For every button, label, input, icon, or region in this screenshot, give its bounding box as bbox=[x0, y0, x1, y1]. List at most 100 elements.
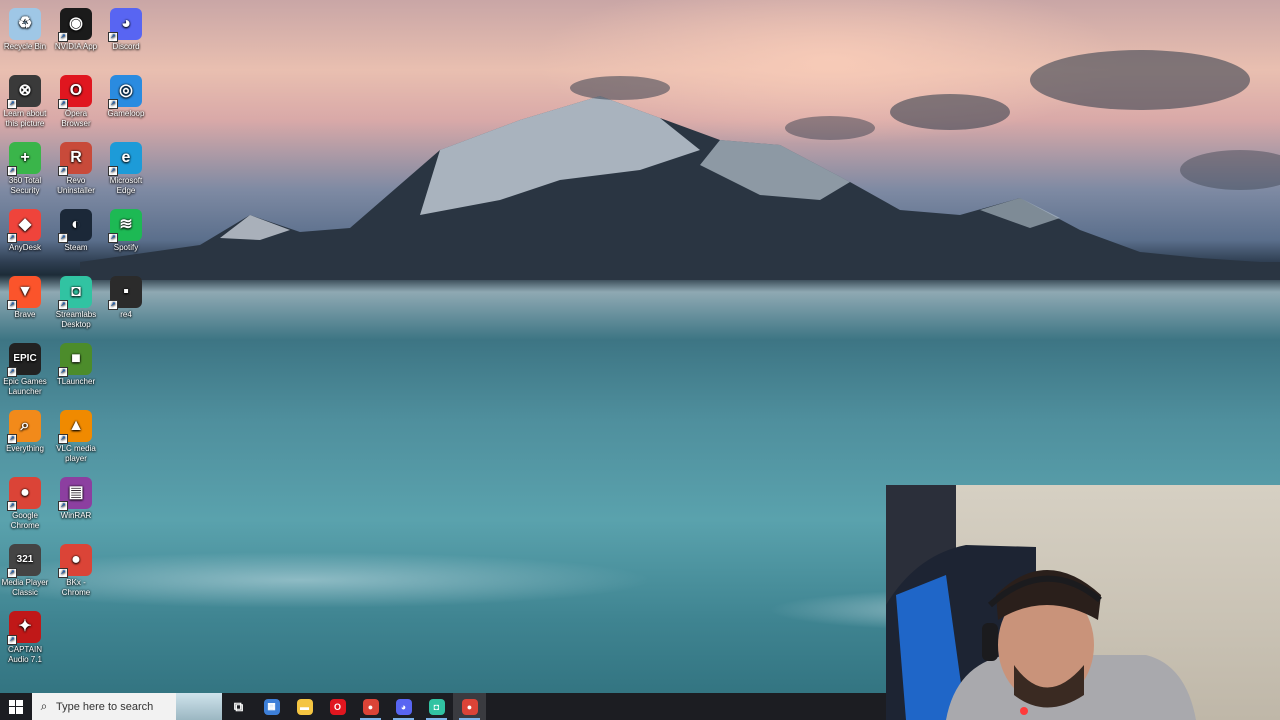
desktop-icon-gameloop[interactable]: ◎ ↗ Gameloop bbox=[101, 71, 151, 119]
taskbar-file-explorer-button[interactable]: ▬ bbox=[288, 693, 321, 720]
desktop-icon-label: Google Chrome bbox=[10, 511, 40, 530]
steam-icon: ◐ ↗ bbox=[58, 209, 92, 243]
desktop-icon-label: AnyDesk bbox=[8, 243, 41, 252]
discord-icon: ◕ ↗ bbox=[108, 8, 142, 42]
desktop-icon-label: TLauncher bbox=[56, 377, 96, 386]
opera-icon: O bbox=[329, 698, 346, 715]
desktop-icon-label: Revo Uninstaller bbox=[57, 176, 95, 195]
everything-icon: ⌕ ↗ bbox=[7, 410, 41, 444]
desktop-icon-spotify[interactable]: ≋ ↗ Spotify bbox=[101, 205, 151, 253]
shortcut-arrow-icon: ↗ bbox=[7, 233, 17, 243]
shortcut-arrow-icon: ↗ bbox=[58, 233, 68, 243]
taskbar-chrome-profile-button[interactable]: ● bbox=[453, 693, 486, 720]
taskbar-search-box[interactable]: ⌕ Type here to search bbox=[32, 693, 222, 720]
brave-icon: ▼ ↗ bbox=[7, 276, 41, 310]
desktop-icon-tlauncher[interactable]: ■ ↗ TLauncher bbox=[51, 339, 101, 387]
desktop-icon-anydesk[interactable]: ◆ ↗ AnyDesk bbox=[0, 205, 50, 253]
desktop-icon-discord[interactable]: ◕ ↗ Discord bbox=[101, 4, 151, 52]
shortcut-arrow-icon: ↗ bbox=[7, 568, 17, 578]
desktop-icon-chrome[interactable]: ● ↗ Google Chrome bbox=[0, 473, 50, 531]
desktop-icon-nvidia[interactable]: ◉ ↗ NVIDIA App bbox=[51, 4, 101, 52]
chrome-icon: ● bbox=[461, 698, 478, 715]
desktop-icon-steam[interactable]: ◐ ↗ Steam bbox=[51, 205, 101, 253]
taskbar: ⌕ Type here to search ⧉ ▦ ▬ O ● ◕ ◘ ● bbox=[0, 693, 886, 720]
desktop-icon-brave[interactable]: ▼ ↗ Brave bbox=[0, 272, 50, 320]
taskbar-apps: ⧉ ▦ ▬ O ● ◕ ◘ ● bbox=[222, 693, 486, 720]
desktop-icon-label: CAPTAIN Audio 7.1 bbox=[7, 645, 43, 664]
desktop-icon-recycle-bin[interactable]: ♻ Recycle Bin bbox=[0, 4, 50, 52]
shortcut-arrow-icon: ↗ bbox=[58, 99, 68, 109]
desktop-icon-learn-picture[interactable]: ⊗ ↗ Learn about this picture bbox=[0, 71, 50, 129]
shortcut-arrow-icon: ↗ bbox=[7, 367, 17, 377]
streamlabs-icon: ◘ bbox=[428, 698, 445, 715]
start-button[interactable] bbox=[0, 693, 32, 720]
360-security-icon: + ↗ bbox=[7, 142, 41, 176]
desktop-icon-label: Spotify bbox=[113, 243, 139, 252]
desktop-icon-revo-uninstaller[interactable]: R ↗ Revo Uninstaller bbox=[51, 138, 101, 196]
edge-icon: e ↗ bbox=[108, 142, 142, 176]
desktop-icon-re4[interactable]: ▪ ↗ re4 bbox=[101, 272, 151, 320]
desktop-icon-label: Microsoft Edge bbox=[109, 176, 143, 195]
desktop-icon-label: Epic Games Launcher bbox=[3, 377, 47, 396]
desktop-icon-label: NVIDIA App bbox=[54, 42, 98, 51]
learn-picture-icon: ⊗ ↗ bbox=[7, 75, 41, 109]
chrome-profile-icon: ● ↗ bbox=[58, 544, 92, 578]
desktop-icon-label: Media Player Classic bbox=[1, 578, 49, 597]
vlc-icon: ▲ ↗ bbox=[58, 410, 92, 444]
desktop-icon-label: Learn about this picture bbox=[3, 109, 47, 128]
desktop-icon-vlc[interactable]: ▲ ↗ VLC media player bbox=[51, 406, 101, 464]
desktop-icon-streamlabs[interactable]: ◘ ↗ Streamlabs Desktop bbox=[51, 272, 101, 330]
desktop-icon-label: BKx - Chrome bbox=[61, 578, 91, 597]
shortcut-arrow-icon: ↗ bbox=[7, 635, 17, 645]
desktop-icon-epic-games[interactable]: EPIC ↗ Epic Games Launcher bbox=[0, 339, 50, 397]
winrar-icon: ▤ ↗ bbox=[58, 477, 92, 511]
desktop-icon-360-security[interactable]: + ↗ 360 Total Security bbox=[0, 138, 50, 196]
shortcut-arrow-icon: ↗ bbox=[58, 32, 68, 42]
taskbar-task-view-button[interactable]: ⧉ bbox=[222, 693, 255, 720]
store-icon: ▦ bbox=[263, 698, 280, 715]
desktop-icon-label: 360 Total Security bbox=[8, 176, 42, 195]
search-placeholder: Type here to search bbox=[56, 700, 154, 713]
desktop-icon-label: Discord bbox=[112, 42, 140, 51]
taskbar-streamlabs-button[interactable]: ◘ bbox=[420, 693, 453, 720]
shortcut-arrow-icon: ↗ bbox=[58, 434, 68, 444]
shortcut-arrow-icon: ↗ bbox=[58, 166, 68, 176]
spotify-icon: ≋ ↗ bbox=[108, 209, 142, 243]
desktop-icon-captain-audio[interactable]: ✦ ↗ CAPTAIN Audio 7.1 bbox=[0, 607, 50, 665]
desktop-icon-label: Streamlabs Desktop bbox=[55, 310, 97, 329]
discord-icon: ◕ bbox=[395, 698, 412, 715]
captain-audio-icon: ✦ ↗ bbox=[7, 611, 41, 645]
taskbar-opera-button[interactable]: O bbox=[321, 693, 354, 720]
shortcut-arrow-icon: ↗ bbox=[7, 434, 17, 444]
taskbar-microsoft-store-button[interactable]: ▦ bbox=[255, 693, 288, 720]
streamlabs-icon: ◘ ↗ bbox=[58, 276, 92, 310]
shortcut-arrow-icon: ↗ bbox=[7, 166, 17, 176]
wallpaper-mountain bbox=[80, 50, 1280, 280]
desktop-icon-label: WinRAR bbox=[60, 511, 92, 520]
desktop-icon-opera[interactable]: O ↗ Opera Browser bbox=[51, 71, 101, 129]
desktop-icon-label: Gameloop bbox=[107, 109, 145, 118]
desktop-icon-label: Brave bbox=[14, 310, 36, 319]
shortcut-arrow-icon: ↗ bbox=[7, 99, 17, 109]
taskbar-chrome-button[interactable]: ● bbox=[354, 693, 387, 720]
search-highlight-image bbox=[176, 693, 222, 720]
desktop-icon-everything[interactable]: ⌕ ↗ Everything bbox=[0, 406, 50, 454]
desktop-icon-edge[interactable]: e ↗ Microsoft Edge bbox=[101, 138, 151, 196]
chrome-icon: ● ↗ bbox=[7, 477, 41, 511]
search-icon: ⌕ bbox=[40, 699, 48, 713]
epic-games-icon: EPIC ↗ bbox=[7, 343, 41, 377]
taskbar-discord-button[interactable]: ◕ bbox=[387, 693, 420, 720]
shortcut-arrow-icon: ↗ bbox=[58, 501, 68, 511]
desktop-icon-chrome-profile[interactable]: ● ↗ BKx - Chrome bbox=[51, 540, 101, 598]
shortcut-arrow-icon: ↗ bbox=[108, 99, 118, 109]
media-player-classic-icon: 321 ↗ bbox=[7, 544, 41, 578]
shortcut-arrow-icon: ↗ bbox=[108, 166, 118, 176]
desktop-icon-winrar[interactable]: ▤ ↗ WinRAR bbox=[51, 473, 101, 521]
folder-icon: ▬ bbox=[296, 698, 313, 715]
shortcut-arrow-icon: ↗ bbox=[108, 32, 118, 42]
desktop-icon-media-player-classic[interactable]: 321 ↗ Media Player Classic bbox=[0, 540, 50, 598]
desktop-icon-label: Recycle Bin bbox=[3, 42, 47, 51]
shortcut-arrow-icon: ↗ bbox=[58, 367, 68, 377]
anydesk-icon: ◆ ↗ bbox=[7, 209, 41, 243]
shortcut-arrow-icon: ↗ bbox=[58, 568, 68, 578]
